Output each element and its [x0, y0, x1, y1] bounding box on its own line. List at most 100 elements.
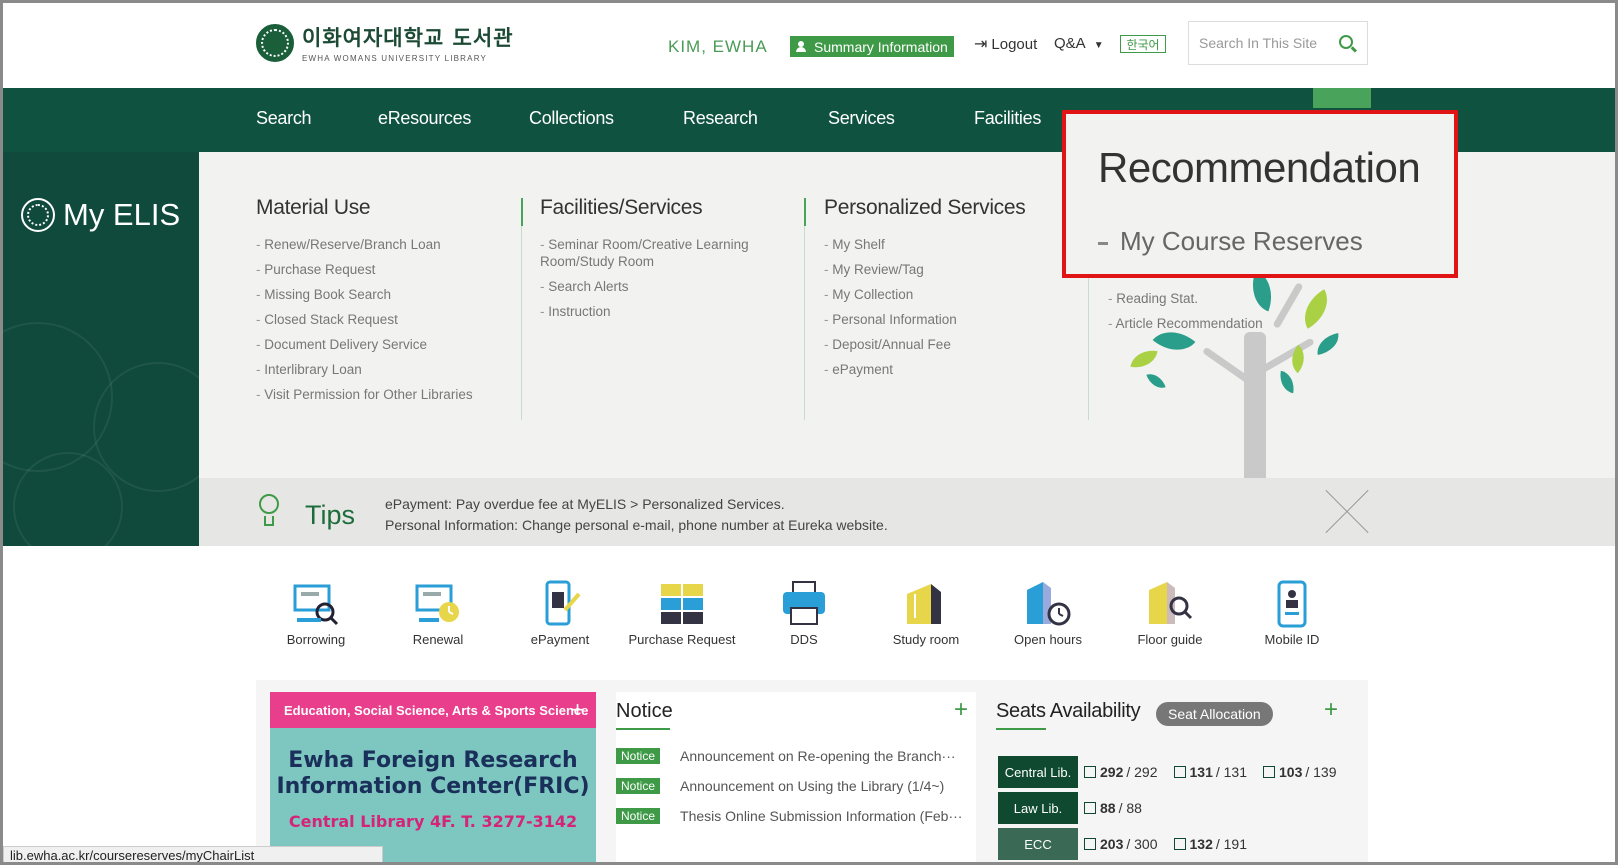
logout-link[interactable]: ⇥ Logout	[974, 34, 1037, 54]
menu-item[interactable]: Document Delivery Service	[256, 336, 516, 353]
recommendation-highlight: Recommendation My Course Reserves	[1062, 110, 1458, 278]
menu-item[interactable]: Closed Stack Request	[256, 311, 516, 328]
menu-item[interactable]: Missing Book Search	[256, 286, 516, 303]
search-icon[interactable]	[1339, 35, 1353, 49]
menu-item[interactable]: Interlibrary Loan	[256, 361, 516, 378]
seat-allocation-button[interactable]: Seat Allocation	[1156, 702, 1273, 726]
menu-item[interactable]: My Review/Tag	[824, 261, 1064, 278]
quick-link-renewal[interactable]: Renewal	[378, 580, 498, 647]
leaf	[1284, 344, 1312, 374]
seat-count: 88/ 88	[1084, 800, 1142, 816]
banner-category-text: Education, Social Science, Arts & Sports…	[284, 702, 589, 718]
library-label: ECC	[998, 828, 1078, 860]
quick-link-label: Study room	[892, 632, 960, 647]
quick-link-label: ePayment	[530, 632, 590, 647]
menu-item[interactable]: Purchase Request	[256, 261, 516, 278]
nav-search[interactable]: Search	[256, 108, 312, 129]
menu-item[interactable]: Instruction	[540, 303, 770, 320]
column-divider-accent	[804, 198, 806, 226]
fric-banner[interactable]: Education, Social Science, Arts & Sports…	[270, 692, 596, 862]
summary-information-button[interactable]: Summary Information	[790, 36, 954, 57]
quick-link-label: Mobile ID	[1264, 632, 1320, 647]
banner-title-line: Ewha Foreign Research	[288, 748, 578, 773]
menu-item[interactable]: Deposit/Annual Fee	[824, 336, 1064, 353]
seat-count: 131/ 131	[1173, 764, 1247, 780]
quick-link-label: DDS	[790, 632, 818, 647]
notice-item[interactable]: Notice Thesis Online Submission Informat…	[616, 808, 976, 824]
menu-item[interactable]: Reading Stat.	[1108, 290, 1328, 307]
banner-title-line: Information Center(FRIC)	[276, 774, 590, 799]
menu-item[interactable]: Search Alerts	[540, 278, 770, 295]
menu-column-title: Facilities/Services	[540, 196, 703, 219]
banner-category: Education, Social Science, Arts & Sports…	[270, 692, 596, 728]
menu-item[interactable]: Visit Permission for Other Libraries	[256, 386, 516, 403]
tree-decoration	[1244, 332, 1266, 478]
menu-item[interactable]: Seminar Room/Creative Learning Room/Stud…	[540, 236, 770, 270]
site-search	[1188, 21, 1368, 65]
quick-link-dds[interactable]: DDS	[744, 580, 864, 647]
library-label: Law Lib.	[998, 792, 1078, 824]
seat-count: 132/ 191	[1173, 836, 1247, 852]
monitor-icon	[1173, 766, 1186, 778]
lightbulb-icon	[257, 488, 283, 526]
plus-icon[interactable]: +	[954, 696, 968, 724]
quick-link-floor-guide[interactable]: Floor guide	[1110, 580, 1230, 647]
sidebar-title-text: My ELIS	[63, 197, 181, 232]
mobile-id-icon	[1267, 580, 1317, 628]
nav-collections[interactable]: Collections	[529, 108, 614, 129]
quick-link-epayment[interactable]: ePayment	[500, 580, 620, 647]
menu-item[interactable]: ePayment	[824, 361, 1064, 378]
close-icon[interactable]	[1325, 490, 1369, 534]
nav-facilities[interactable]: Facilities	[974, 108, 1041, 129]
dds-icon	[779, 580, 829, 628]
reading-room-icon	[1084, 838, 1096, 850]
quick-link-mobile-id[interactable]: Mobile ID	[1232, 580, 1352, 647]
menu-item[interactable]: My Shelf	[824, 236, 1064, 253]
nav-services[interactable]: Services	[828, 108, 895, 129]
title-underline	[616, 728, 670, 730]
reading-room-icon	[1084, 802, 1096, 814]
tips-line: Personal Information: Change personal e-…	[385, 517, 888, 533]
quick-link-study-room[interactable]: Study room	[866, 580, 986, 647]
notice-item[interactable]: Notice Announcement on Re-opening the Br…	[616, 748, 976, 764]
menu-item[interactable]: Article Recommendation	[1108, 315, 1328, 332]
menu-column-personalized-services: Personalized Services My Shelf My Review…	[824, 196, 1064, 386]
column-divider-accent	[521, 198, 523, 226]
floor-guide-icon	[1145, 580, 1195, 628]
menu-column-title: Material Use	[256, 196, 371, 219]
menu-item[interactable]: Renew/Reserve/Branch Loan	[256, 236, 516, 253]
notice-panel: Notice + Notice Announcement on Re-openi…	[616, 692, 976, 862]
notice-item[interactable]: Notice Announcement on Using the Library…	[616, 778, 976, 794]
menu-column-facilities-services: Facilities/Services Seminar Room/Creativ…	[540, 196, 770, 328]
seat-row-law: Law Lib. 88/ 88	[998, 792, 1158, 824]
my-elis-sidebar: My ELIS	[3, 152, 199, 546]
tips-label: Tips	[305, 500, 356, 530]
qa-label: Q&A	[1054, 35, 1086, 52]
plus-icon[interactable]: +	[571, 697, 584, 723]
logo-english-text: EWHA WOMANS UNIVERSITY LIBRARY	[302, 54, 488, 63]
quick-link-open-hours[interactable]: Open hours	[988, 580, 1108, 647]
banner-subtitle: Central Library 4F. T. 3277-3142	[288, 812, 578, 831]
my-course-reserves-link[interactable]: My Course Reserves	[1098, 226, 1363, 257]
nav-research[interactable]: Research	[683, 108, 758, 129]
menu-column-recommendation: Reading Stat. Article Recommendation	[1108, 290, 1328, 340]
plus-icon[interactable]: +	[1324, 696, 1338, 724]
site-search-input[interactable]	[1199, 35, 1329, 51]
borrowing-icon	[291, 580, 341, 628]
column-divider	[804, 198, 805, 420]
seats-title: Seats Availability	[996, 700, 1141, 722]
seats-availability-panel: Seats Availability Seat Allocation + Cen…	[984, 692, 1354, 862]
library-logo[interactable]: 이화여자대학교 도서관 EWHA WOMANS UNIVERSITY LIBRA…	[256, 22, 514, 63]
quick-links: Borrowing Renewal ePayment Purchase Requ…	[256, 580, 1368, 652]
quick-link-borrowing[interactable]: Borrowing	[256, 580, 376, 647]
language-toggle-button[interactable]: 한국어	[1120, 35, 1166, 53]
seat-count: 103/ 139	[1263, 764, 1337, 780]
nav-eresources[interactable]: eResources	[378, 108, 471, 129]
sidebar-title: My ELIS	[21, 197, 180, 233]
qa-dropdown[interactable]: Q&A ▼	[1054, 35, 1104, 52]
quick-link-purchase-request[interactable]: Purchase Request	[622, 580, 742, 647]
menu-item[interactable]: My Collection	[824, 286, 1064, 303]
menu-item[interactable]: Personal Information	[824, 311, 1064, 328]
dash-icon	[1098, 241, 1108, 245]
laptop-icon	[1173, 838, 1186, 850]
